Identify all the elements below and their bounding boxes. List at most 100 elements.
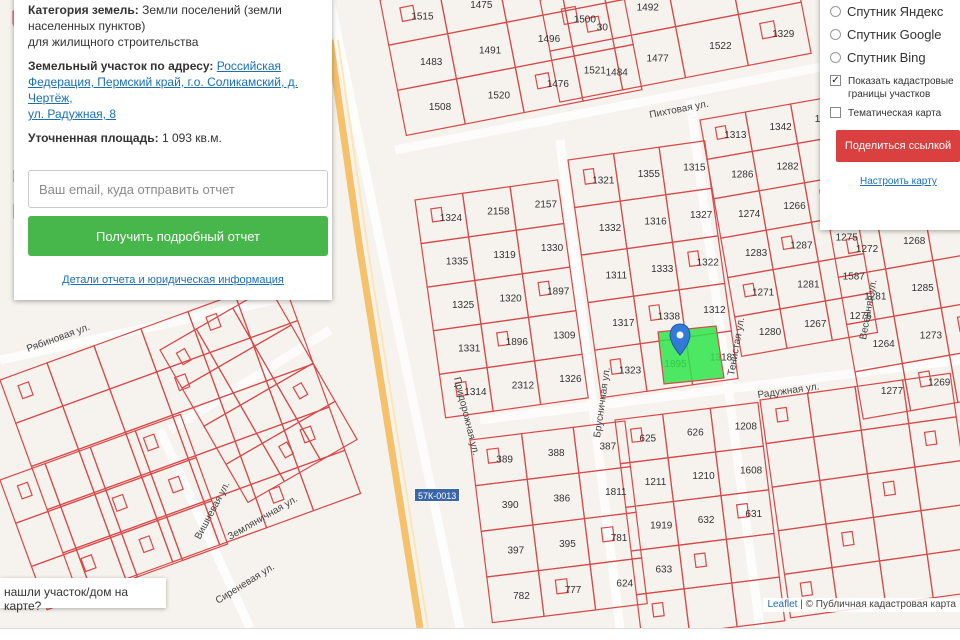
parcel-number-label: 1477 (647, 53, 670, 64)
parcel[interactable] (872, 509, 928, 562)
parcel[interactable] (806, 385, 862, 438)
parcel[interactable] (678, 538, 733, 590)
layer-option-bing[interactable]: Спутник Bing (830, 46, 960, 69)
layer-option-yandex[interactable]: Спутник Яндекс (830, 0, 960, 23)
parcel[interactable] (771, 479, 827, 532)
parcel[interactable] (908, 416, 960, 468)
parcel-number-label: 390 (502, 500, 519, 511)
building (138, 535, 155, 554)
parcel[interactable] (920, 503, 960, 555)
parcel[interactable] (777, 523, 833, 575)
configure-map-link[interactable]: Настроить карту (860, 176, 960, 187)
checkbox-checked-icon[interactable]: ✓ (830, 75, 841, 86)
building (693, 552, 708, 569)
report-details-link[interactable]: Детали отчета и юридическая информация (14, 272, 332, 288)
building (111, 493, 129, 512)
parcel[interactable] (866, 466, 922, 519)
highway-road (326, 39, 424, 628)
show-cadastral-toggle[interactable]: ✓ Показать кадастровые границы участков (830, 75, 960, 101)
get-report-button[interactable]: Получить подробный отчет (28, 216, 328, 256)
radio-icon[interactable] (830, 6, 841, 17)
parcel[interactable] (120, 516, 184, 578)
parcel[interactable] (297, 400, 358, 462)
parcel[interactable] (234, 423, 299, 486)
parcel[interactable] (497, 0, 567, 23)
parcel[interactable] (926, 546, 960, 599)
parcel-number-label: 1266 (783, 201, 806, 212)
parcel-area: Уточненная площадь: 1 093 кв.м. (28, 131, 222, 145)
parcel[interactable] (878, 553, 934, 606)
street-label-zemlyanichnaya: Земляничная ул. (226, 494, 300, 543)
parcel[interactable] (61, 388, 127, 451)
parcel[interactable] (297, 449, 362, 512)
parcel-number-label: 1329 (772, 29, 795, 40)
parcel[interactable] (46, 491, 111, 554)
parcel[interactable] (683, 582, 738, 628)
building (16, 481, 33, 500)
parcel[interactable] (825, 516, 881, 569)
parcel-number-label: 1897 (547, 287, 570, 298)
parcel[interactable] (239, 383, 300, 445)
parcel[interactable] (89, 429, 152, 492)
parcel-number-label: 1322 (697, 258, 720, 269)
parcel[interactable] (105, 473, 168, 535)
parcel[interactable] (265, 363, 330, 425)
address-link[interactable]: Российская (217, 59, 281, 73)
parcel-number-label: 2158 (487, 206, 510, 217)
parcel[interactable] (932, 251, 960, 309)
parcel[interactable] (914, 459, 960, 512)
parcel-number-label: 1271 (752, 288, 775, 299)
parcel[interactable] (819, 473, 875, 525)
parcel[interactable] (940, 298, 960, 356)
parcel[interactable] (812, 429, 868, 482)
parcel-number-label: 1275 (836, 232, 859, 243)
parcel[interactable] (664, 0, 740, 28)
parcel[interactable] (281, 406, 346, 469)
parcel-number-label: 1919 (650, 521, 673, 532)
building (799, 581, 814, 597)
email-input[interactable] (28, 170, 328, 208)
parcel[interactable] (77, 431, 142, 494)
parcel-number-label: 397 (508, 546, 525, 557)
parcel[interactable] (46, 345, 111, 407)
selected-parcel[interactable] (657, 325, 725, 385)
parcel[interactable] (30, 448, 95, 511)
parcel[interactable] (860, 422, 916, 475)
parcel[interactable] (14, 506, 78, 568)
parcel[interactable] (108, 371, 174, 434)
parcel-number-label: 1287 (790, 240, 813, 251)
share-link-button[interactable]: Поделиться ссылкой (836, 130, 960, 162)
radio-icon[interactable] (830, 29, 841, 40)
parcel-number-label: 1331 (458, 344, 481, 355)
parcel[interactable] (44, 446, 107, 508)
parcel-number-label: 1521 (584, 66, 607, 77)
address-link-line-2[interactable]: Федерация, Пермский край, г.о. Соликамск… (28, 75, 298, 105)
address-link-line-3[interactable]: ул. Радужная, 8 (28, 107, 116, 121)
parcel[interactable] (159, 328, 220, 389)
parcel-number-label: 1211 (645, 477, 667, 488)
parcel[interactable] (759, 392, 815, 445)
building (277, 441, 295, 459)
parcel[interactable] (0, 462, 62, 524)
parcel-number-label: 1476 (547, 79, 570, 90)
checkbox-icon[interactable] (830, 107, 841, 118)
parcel-number-label: 1496 (538, 34, 561, 45)
parcel-number-label: 2312 (512, 381, 535, 392)
parcel-number-label: 632 (698, 515, 715, 526)
parcel[interactable] (765, 436, 821, 488)
building (841, 530, 855, 547)
parcel[interactable] (14, 405, 80, 468)
parcel[interactable] (275, 362, 336, 424)
parcel[interactable] (727, 0, 802, 16)
parcel-number-label: 625 (639, 433, 656, 444)
thematic-map-toggle[interactable]: Тематическая карта (830, 107, 960, 120)
parcel-number-label: 1520 (488, 91, 511, 102)
parcel[interactable] (948, 346, 960, 404)
parcel[interactable] (0, 362, 64, 424)
found-parcel-hint[interactable]: нашли участок/дом на карте? (0, 578, 166, 613)
layer-option-google[interactable]: Спутник Google (830, 23, 960, 46)
radio-icon[interactable] (830, 52, 841, 63)
parcel[interactable] (225, 442, 286, 504)
parcel-number-label: 2157 (535, 200, 558, 211)
leaflet-link[interactable]: Leaflet (767, 599, 797, 610)
